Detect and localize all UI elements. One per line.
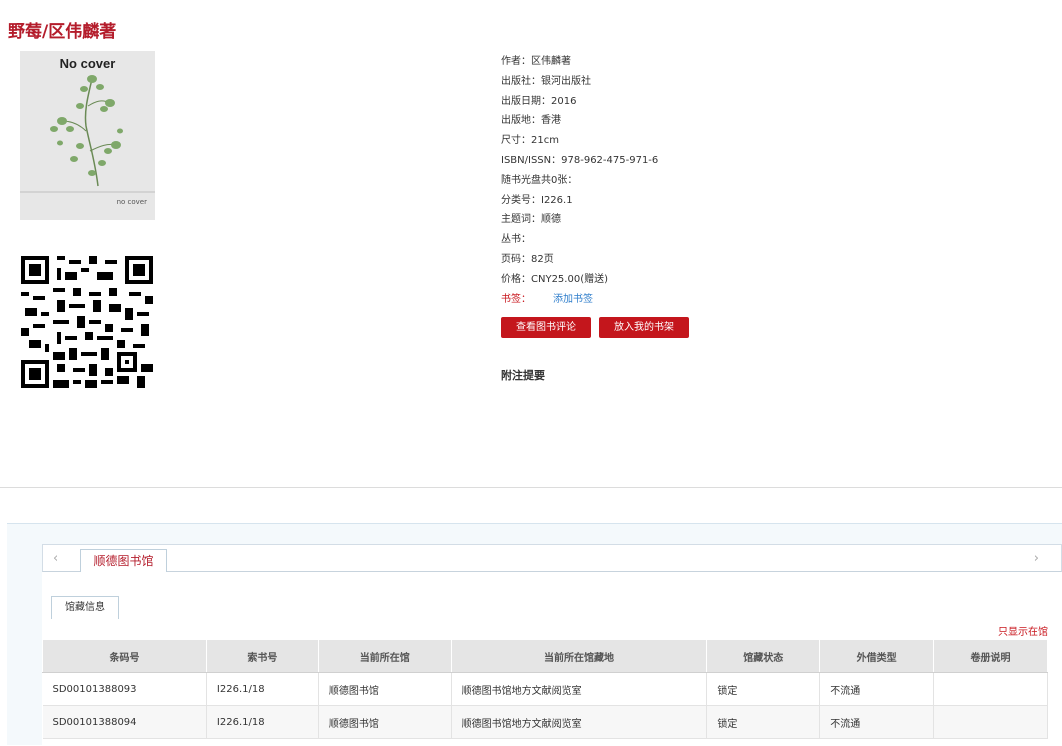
col-current-location: 当前所在馆藏地 <box>450 639 708 673</box>
table-header-row: 条码号 索书号 当前所在馆 当前所在馆藏地 馆藏状态 外借类型 卷册说明 <box>42 639 1048 673</box>
book-cover: No cover no cover <box>20 51 155 220</box>
cell-volume-note <box>933 672 1048 706</box>
chevron-left-icon[interactable]: ‹ <box>53 551 58 566</box>
cell-current-library: 顺德图书馆 <box>318 672 452 706</box>
page-title: 野莓/区伟麟著 <box>8 17 116 42</box>
cell-call-number: I226.1/18 <box>206 705 319 739</box>
book-title: 野莓 <box>8 22 42 42</box>
info-isbn: ISBN/ISSN：978-962-475-971-6 <box>501 154 659 166</box>
col-current-library: 当前所在馆 <box>317 639 452 673</box>
cell-barcode: SD00101388094 <box>42 705 207 739</box>
info-subject: 主题词：顺德 <box>501 214 561 226</box>
holdings-content: 馆藏信息 只显示在馆 条码号 索书号 当前所在馆 当前所在馆藏地 馆藏状态 外借… <box>42 572 1062 746</box>
info-pub-place: 出版地：香港 <box>501 115 561 127</box>
tab-holdings-info[interactable]: 馆藏信息 <box>51 596 119 619</box>
cell-current-library: 顺德图书馆 <box>318 705 452 739</box>
col-volume-note: 卷册说明 <box>933 639 1048 673</box>
action-buttons: 查看图书评论 放入我的书架 <box>501 317 689 338</box>
qr-code <box>21 256 153 388</box>
holdings-panel: ‹ 顺德图书馆 › 馆藏信息 只显示在馆 条码号 索书号 当前所在馆 当前所在馆… <box>7 523 1062 746</box>
table-row: SD00101388093 I226.1/18 顺德图书馆 顺德图书馆地方文献阅… <box>42 672 1048 706</box>
divider <box>0 487 1062 488</box>
view-reviews-button[interactable]: 查看图书评论 <box>501 317 591 338</box>
notes-heading: 附注提要 <box>501 369 545 382</box>
cell-current-location: 顺德图书馆地方文献阅览室 <box>451 672 708 706</box>
cell-volume-note <box>933 705 1048 739</box>
info-cd: 随书光盘共0张： <box>501 174 578 186</box>
col-loan-type: 外借类型 <box>819 639 935 673</box>
library-tab-bar: ‹ 顺德图书馆 › <box>42 544 1062 573</box>
info-price: 价格：CNY25.00(赠送) <box>501 273 609 285</box>
info-tag-row: 书签： 添加书签 <box>501 290 658 310</box>
info-publisher: 出版社：银河出版社 <box>501 75 591 87</box>
holdings-table: 条码号 索书号 当前所在馆 当前所在馆藏地 馆藏状态 外借类型 卷册说明 SD0… <box>42 639 1048 739</box>
info-pages: 页码：82页 <box>501 253 554 265</box>
info-series: 丛书： <box>501 234 531 246</box>
cell-loan-type: 不流通 <box>819 672 935 706</box>
plant-illustration <box>50 75 123 187</box>
cell-current-location: 顺德图书馆地方文献阅览室 <box>451 705 708 739</box>
info-author: 作者：区伟麟著 <box>501 56 571 67</box>
tab-shunde-library[interactable]: 顺德图书馆 <box>80 549 167 573</box>
cell-barcode: SD00101388093 <box>42 672 207 706</box>
book-author: 区伟麟著 <box>48 22 117 42</box>
cell-status: 锁定 <box>706 672 821 706</box>
table-row: SD00101388094 I226.1/18 顺德图书馆 顺德图书馆地方文献阅… <box>42 705 1048 739</box>
cover-rule <box>20 191 155 193</box>
info-pub-date: 出版日期：2016 <box>501 95 577 107</box>
add-tag-link[interactable]: 添加书签 <box>553 294 593 305</box>
chevron-right-icon[interactable]: › <box>1034 551 1039 566</box>
col-barcode: 条码号 <box>42 639 207 673</box>
info-size: 尺寸：21cm <box>501 135 559 147</box>
cell-call-number: I226.1/18 <box>206 672 319 706</box>
cover-small-label: no cover <box>116 198 147 206</box>
tag-label: 书签： <box>501 293 531 305</box>
col-call-number: 索书号 <box>205 639 319 673</box>
cell-loan-type: 不流通 <box>819 705 935 739</box>
book-info: 作者：区伟麟著 出版社：银河出版社 出版日期：2016 出版地：香港 尺寸：21… <box>501 52 658 309</box>
col-status: 馆藏状态 <box>706 639 821 673</box>
add-to-shelf-button[interactable]: 放入我的书架 <box>599 317 689 338</box>
info-class-no: 分类号：I226.1 <box>501 194 573 206</box>
only-available-link[interactable]: 只显示在馆 <box>998 623 1048 638</box>
cell-status: 锁定 <box>706 705 821 739</box>
